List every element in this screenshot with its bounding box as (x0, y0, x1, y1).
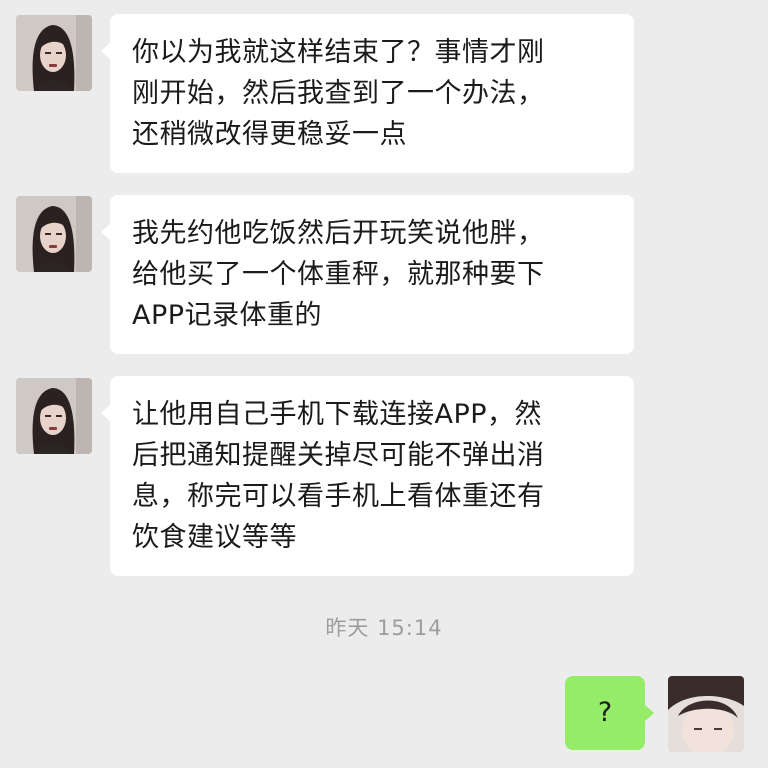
self-avatar[interactable] (668, 676, 744, 752)
avatar-portrait-icon (16, 196, 92, 272)
message-line: 还稍微改得更稳妥一点 (132, 119, 407, 150)
contact-avatar[interactable] (16, 15, 92, 91)
bubble-tail (644, 704, 654, 722)
avatar-portrait-icon (16, 15, 92, 91)
message-bubble[interactable]: 你以为我就这样结束了？事情才刚 刚开始，然后我查到了一个办法， 还稍微改得更稳妥… (101, 14, 634, 173)
message-line: APP记录体重的 (132, 300, 323, 331)
contact-avatar[interactable] (16, 196, 92, 272)
message-line: 饮食建议等等 (132, 522, 297, 553)
avatar-portrait-icon (16, 378, 92, 454)
avatar-portrait-icon (668, 676, 744, 752)
message-line: 让他用自己手机下载连接APP，然 (132, 399, 543, 430)
reply-bubble[interactable]: ? (565, 676, 654, 750)
reply-text: ? (597, 697, 613, 728)
message-line: 息，称完可以看手机上看体重还有 (132, 481, 545, 512)
message-line: 后把通知提醒关掉尽可能不弹出消 (132, 440, 545, 471)
contact-avatar[interactable] (16, 378, 92, 454)
bubble-tail (101, 404, 111, 422)
bubble-tail (101, 223, 111, 241)
message-line: 刚开始，然后我查到了一个办法， (132, 78, 545, 109)
bubble-tail (101, 42, 111, 60)
message-bubble[interactable]: 我先约他吃饭然后开玩笑说他胖， 给他买了一个体重秤，就那种要下 APP记录体重的 (101, 195, 634, 354)
message-timestamp: 昨天 15:14 (325, 616, 443, 640)
message-bubble[interactable]: 让他用自己手机下载连接APP，然 后把通知提醒关掉尽可能不弹出消 息，称完可以看… (101, 376, 634, 576)
message-line: 你以为我就这样结束了？事情才刚 (132, 37, 545, 68)
message-line: 我先约他吃饭然后开玩笑说他胖， (132, 218, 545, 249)
message-line: 给他买了一个体重秤，就那种要下 (132, 259, 545, 290)
